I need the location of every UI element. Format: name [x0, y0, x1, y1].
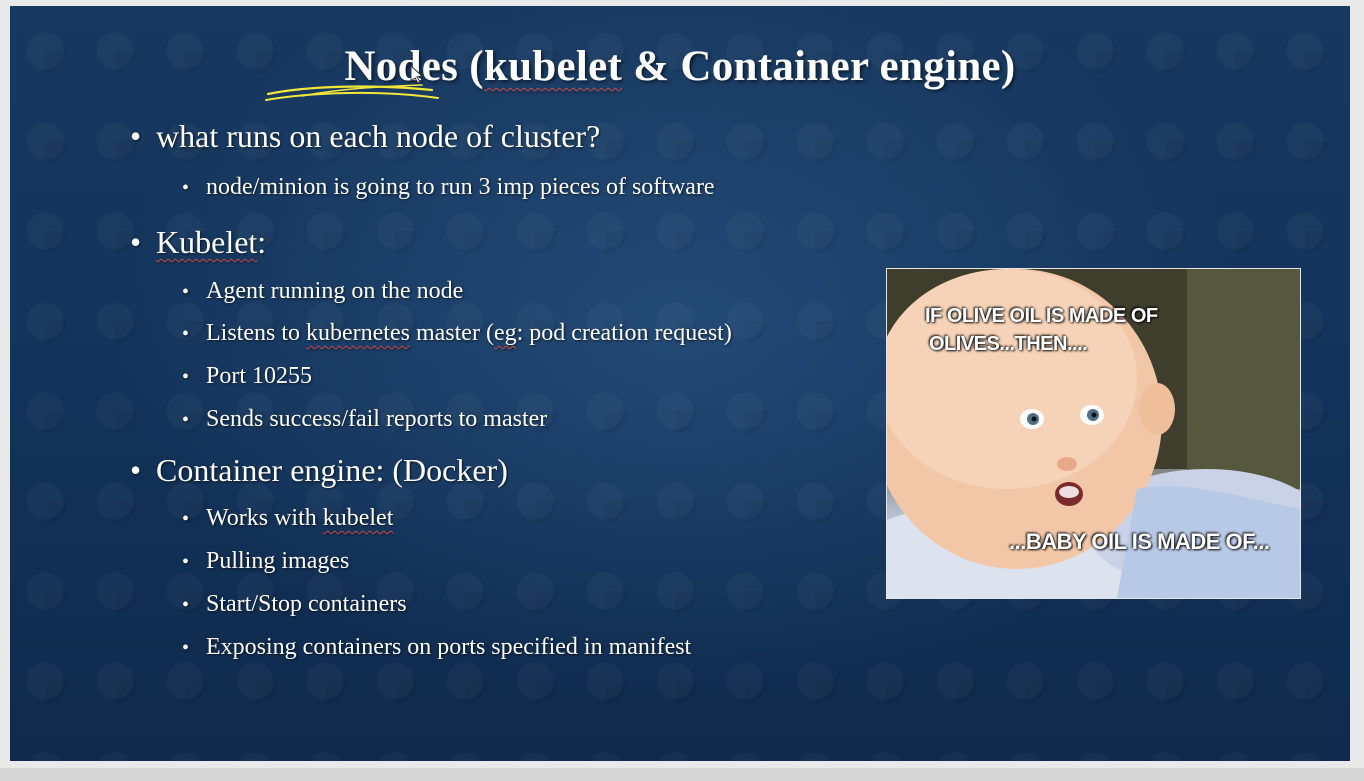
bullet-text-pre: Works with	[206, 505, 323, 531]
bullet-suffix: :	[257, 224, 267, 260]
bullet-start-stop: • Start/Stop containers	[182, 591, 407, 618]
bullet-text-word: kubernetes	[306, 320, 410, 346]
bullet-node-minion: • node/minion is going to run 3 imp piece…	[182, 174, 715, 201]
bullet-exposing: • Exposing containers on ports specified …	[182, 634, 691, 661]
bullet-container-engine: • Container engine: (Docker)	[130, 452, 508, 489]
bullet-text: what runs on each node of cluster?	[156, 118, 601, 154]
bullet-glyph: •	[130, 224, 142, 260]
bullet-listens: • Listens to kubernetes master (eg: pod c…	[182, 320, 732, 347]
meme-caption-bottom: ...BABY OIL IS MADE OF...	[1009, 529, 1270, 554]
bullet-text: Kubelet	[156, 224, 258, 260]
meme-image: IF OLIVE OIL IS MADE OF OLIVES...THEN...…	[886, 268, 1301, 599]
bullet-text: Pulling images	[206, 548, 350, 574]
bullet-glyph: •	[182, 594, 190, 616]
bullet-pulling: • Pulling images	[182, 548, 349, 575]
meme-caption-top-line1: IF OLIVE OIL IS MADE OF	[925, 305, 1158, 327]
bullet-glyph: •	[182, 551, 190, 573]
bullet-text-pre: Listens to	[206, 320, 306, 346]
slide-canvas: Nodes (kubelet & Container engine) • what…	[10, 6, 1350, 761]
bullet-text: Container engine: (Docker)	[156, 452, 508, 488]
bullet-port: • Port 10255	[182, 363, 312, 390]
bullet-glyph: •	[130, 452, 142, 488]
bullet-glyph: •	[182, 323, 190, 345]
bullet-glyph: •	[130, 118, 142, 154]
bullet-glyph: •	[182, 508, 190, 530]
bullet-text-post: : pod creation request)	[516, 320, 732, 346]
bullet-what-runs: • what runs on each node of cluster?	[130, 118, 600, 155]
bullet-text-mid: master (	[409, 320, 494, 346]
bullet-text-word: kubelet	[322, 505, 394, 531]
bullet-text-word2: eg	[493, 320, 517, 346]
bullet-text: Exposing containers on ports specified i…	[206, 634, 692, 660]
bullet-works-with: • Works with kubelet	[182, 505, 393, 532]
bullet-text: Agent running on the node	[206, 278, 464, 304]
bullet-glyph: •	[182, 637, 190, 659]
presentation-window: Nodes (kubelet & Container engine) • what…	[0, 0, 1364, 781]
bullet-text: Sends success/fail reports to master	[206, 406, 548, 432]
bullet-glyph: •	[182, 366, 190, 388]
meme-caption-top-line2: OLIVES...THEN....	[929, 333, 1088, 355]
bullet-sends: • Sends success/fail reports to master	[182, 406, 547, 433]
bullet-kubelet: • Kubelet:	[130, 224, 266, 261]
window-bottom-bar	[0, 768, 1364, 781]
bullet-text: Start/Stop containers	[206, 591, 407, 617]
bullet-glyph: •	[182, 409, 190, 431]
bullet-text: Port 10255	[206, 363, 313, 389]
bullet-glyph: •	[182, 177, 190, 199]
bullet-agent: • Agent running on the node	[182, 278, 463, 305]
bullet-glyph: •	[182, 281, 190, 303]
bullet-text: node/minion is going to run 3 imp pieces…	[206, 174, 715, 200]
